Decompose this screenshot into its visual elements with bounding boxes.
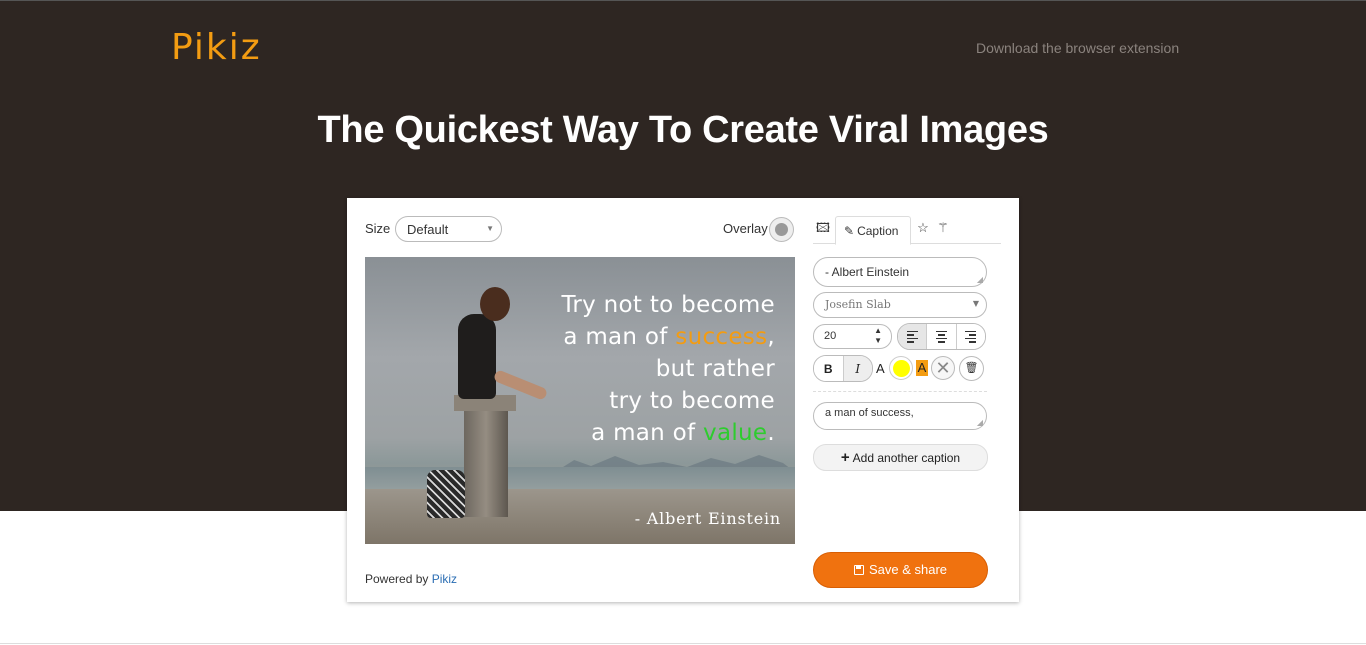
- italic-button[interactable]: I: [842, 356, 872, 381]
- font-select-value: Josefin Slab: [825, 298, 891, 311]
- text-color-label: A: [876, 361, 885, 376]
- align-center-button[interactable]: [926, 324, 956, 349]
- overlay-toggle[interactable]: [769, 217, 794, 242]
- preview-pillar: [464, 407, 508, 517]
- bold-button[interactable]: B: [814, 356, 843, 381]
- spinner-arrows-icon[interactable]: ▲ ▼: [874, 326, 882, 346]
- footer-divider: [0, 643, 1366, 644]
- size-select[interactable]: Default ▼: [395, 216, 502, 242]
- plus-icon: +: [840, 449, 850, 466]
- save-share-button[interactable]: Save & share: [813, 552, 988, 588]
- chevron-down-icon: ▼: [486, 224, 494, 233]
- quote-line-2: a man of success,: [563, 324, 775, 350]
- panel-tabs: 🖾 ✎ Caption ☆ ⚚: [813, 215, 1001, 245]
- powered-by-link[interactable]: Pikiz: [432, 572, 457, 586]
- browser-extension-link[interactable]: Download the browser extension: [976, 40, 1179, 56]
- highlight-text-value: a man of success,: [825, 407, 914, 419]
- highlight-color-label[interactable]: A: [916, 360, 928, 376]
- highlight-text-input[interactable]: a man of success, ◢: [813, 402, 987, 430]
- no-color-icon[interactable]: ✕: [931, 356, 955, 380]
- chevron-down-icon: ▼: [972, 299, 979, 308]
- align-left-button[interactable]: [898, 324, 927, 349]
- add-caption-label: Add another caption: [852, 451, 961, 465]
- tab-caption-label: Caption: [857, 224, 899, 238]
- quote-highlight-success: success: [675, 324, 768, 350]
- quote-line-1: Try not to become: [561, 292, 775, 318]
- divider: [813, 391, 987, 392]
- resize-grip-icon[interactable]: ◢: [977, 418, 983, 427]
- attribution-caption[interactable]: - Albert Einstein: [635, 509, 781, 528]
- overlay-label: Overlay: [723, 221, 768, 236]
- add-caption-button[interactable]: + Add another caption: [813, 444, 988, 471]
- color-swatch-icon: [893, 360, 910, 377]
- resize-grip-icon[interactable]: ◢: [977, 275, 983, 284]
- quote-caption[interactable]: Try not to become a man of success, but …: [561, 289, 775, 449]
- preview-backpack: [427, 470, 465, 518]
- overlay-swatch-icon: [775, 223, 788, 236]
- caption-text-value: - Albert Einstein: [825, 265, 910, 279]
- magic-wand-icon[interactable]: ⚚: [935, 220, 951, 236]
- pencil-icon: ✎: [844, 224, 855, 238]
- quote-highlight-value: value: [703, 420, 768, 446]
- quote-line-5: a man of value.: [591, 420, 775, 446]
- quote-line-3: but rather: [655, 356, 775, 382]
- image-preview[interactable]: Try not to become a man of success, but …: [365, 257, 795, 544]
- preview-person: [458, 314, 496, 399]
- logo[interactable]: Pikiz: [171, 27, 262, 68]
- trash-icon[interactable]: 🗑: [959, 356, 984, 381]
- star-icon[interactable]: ☆: [915, 220, 931, 236]
- size-select-value: Default: [407, 222, 449, 237]
- size-label: Size: [365, 221, 391, 236]
- align-right-icon: [965, 329, 977, 345]
- image-icon[interactable]: 🖾: [815, 220, 831, 236]
- preview-person-head: [480, 287, 510, 321]
- tab-caption[interactable]: ✎ Caption: [835, 216, 911, 245]
- floppy-disk-icon: [853, 565, 864, 575]
- font-size-value: 20: [824, 330, 837, 342]
- align-left-icon: [906, 329, 918, 345]
- font-select[interactable]: Josefin Slab ▼: [813, 292, 987, 318]
- align-right-button[interactable]: [955, 324, 985, 349]
- quote-line-4: try to become: [609, 388, 775, 414]
- caption-text-input[interactable]: - Albert Einstein ◢: [813, 257, 987, 287]
- image-editor: Size Default ▼ Overlay Try not to become…: [347, 198, 1019, 602]
- page-headline: The Quickest Way To Create Viral Images: [317, 109, 1049, 151]
- alignment-group: [897, 323, 986, 350]
- text-color-picker[interactable]: [889, 356, 913, 380]
- powered-by-label: Powered by: [365, 572, 429, 586]
- font-size-stepper[interactable]: 20 ▲ ▼: [813, 324, 892, 349]
- format-group: B I: [813, 355, 873, 382]
- align-center-icon: [935, 329, 947, 345]
- save-share-label: Save & share: [868, 562, 948, 577]
- powered-by: Powered by Pikiz: [365, 572, 457, 586]
